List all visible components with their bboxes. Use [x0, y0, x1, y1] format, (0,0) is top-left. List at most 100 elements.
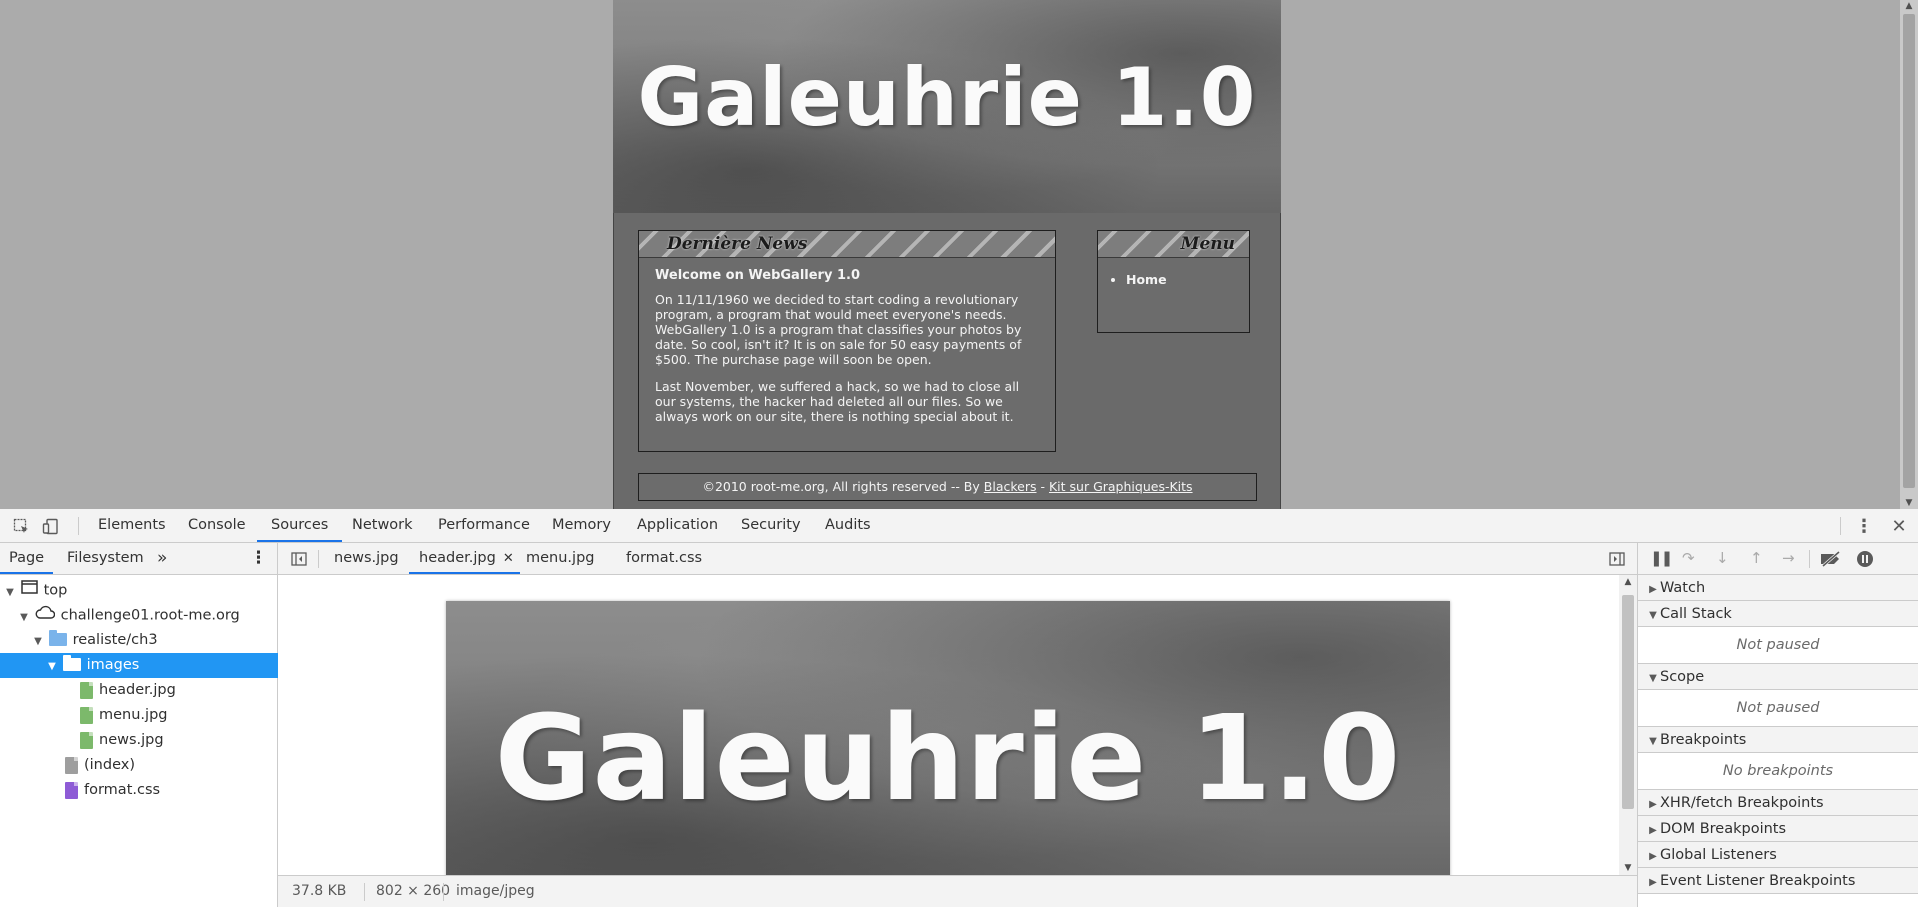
header-title: Galeuhrie 1.0	[637, 51, 1257, 144]
close-tab-icon[interactable]: ✕	[503, 543, 514, 574]
toolbar-divider	[1809, 550, 1810, 568]
tab-sources[interactable]: Sources	[257, 509, 343, 542]
tab-security[interactable]: Security	[741, 509, 801, 542]
tab-memory[interactable]: Memory	[552, 509, 611, 542]
editor-scrollbar-thumb[interactable]	[1622, 595, 1634, 809]
pane-dom-breakpoints[interactable]: ▶ DOM Breakpoints	[1638, 816, 1918, 842]
navigator-tabs: Page Filesystem » ⋮	[0, 543, 277, 575]
expand-arrow-icon[interactable]: ▼	[1646, 603, 1660, 629]
status-divider	[364, 883, 365, 901]
file-size: 37.8 KB	[292, 883, 347, 899]
pane-title: XHR/fetch Breakpoints	[1660, 795, 1824, 811]
editor-tab-menu[interactable]: menu.jpg	[518, 543, 602, 574]
navigator-menu-kebab-icon[interactable]: ⋮	[250, 543, 267, 574]
image-dimensions: 802 × 260	[376, 883, 451, 899]
toolbar-divider	[1840, 517, 1841, 535]
call-stack-status: Not paused	[1638, 627, 1918, 664]
step-over-icon[interactable]: ↷	[1682, 543, 1695, 574]
tab-console[interactable]: Console	[188, 509, 246, 542]
tree-item-folder-images[interactable]: ▼ images	[0, 653, 323, 678]
page-scrollbar[interactable]: ▲ ▼	[1900, 0, 1918, 509]
collapse-arrow-icon[interactable]: ▶	[1646, 792, 1660, 818]
scope-status: Not paused	[1638, 690, 1918, 727]
scroll-up-arrow-icon[interactable]: ▲	[1900, 1, 1918, 11]
news-paragraph: Last November, we suffered a hack, so we…	[655, 379, 1020, 424]
pane-event-listener-breakpoints[interactable]: ▶ Event Listener Breakpoints	[1638, 868, 1918, 894]
collapse-arrow-icon[interactable]: ▶	[1646, 818, 1660, 844]
editor-scrollbar[interactable]: ▲ ▼	[1619, 575, 1637, 875]
collapse-arrow-icon[interactable]: ▶	[1646, 577, 1660, 603]
tree-label: top	[43, 582, 68, 599]
more-options-kebab-icon[interactable]: ⋮	[1854, 509, 1874, 543]
mime-type: image/jpeg	[456, 883, 535, 899]
footer-link-graphiques-kits[interactable]: Kit sur Graphiques-Kits	[1049, 479, 1193, 494]
menu-heading: Menu	[1098, 231, 1249, 258]
pane-xhr-breakpoints[interactable]: ▶ XHR/fetch Breakpoints	[1638, 790, 1918, 816]
image-file-icon	[80, 681, 93, 699]
toggle-navigator-icon[interactable]	[290, 543, 308, 574]
scroll-down-arrow-icon[interactable]: ▼	[1900, 498, 1918, 508]
expand-arrow-icon[interactable]: ▼	[1646, 729, 1660, 755]
tree-item-folder-realiste[interactable]: ▼ realiste/ch3	[0, 628, 309, 653]
tree-label: images	[86, 657, 140, 673]
step-icon[interactable]: →	[1782, 543, 1795, 574]
step-into-icon[interactable]: ↓	[1716, 543, 1729, 574]
editor-tab-header[interactable]: header.jpg ✕	[409, 543, 520, 574]
tree-label: format.css	[84, 782, 161, 798]
tree-label: menu.jpg	[99, 707, 168, 723]
editor-tab-label: header.jpg	[419, 550, 496, 566]
pane-breakpoints[interactable]: ▼ Breakpoints	[1638, 727, 1918, 753]
image-status-bar: 37.8 KB 802 × 260 image/jpeg	[278, 875, 1637, 907]
devtools-panel: Elements Console Sources Network Perform…	[0, 509, 1918, 907]
tree-label: challenge01.root-me.org	[60, 607, 240, 624]
collapse-arrow-icon[interactable]: ▶	[1646, 870, 1660, 896]
pause-on-exceptions-icon[interactable]	[1856, 543, 1874, 574]
image-file-icon	[80, 731, 93, 749]
news-paragraph: On 11/11/1960 we decided to start coding…	[655, 292, 1022, 367]
tree-label: realiste/ch3	[72, 632, 158, 648]
stylesheet-file-icon	[65, 781, 78, 799]
footer-link-blackers[interactable]: Blackers	[984, 479, 1037, 494]
editor-tab-news[interactable]: news.jpg	[326, 543, 407, 574]
pane-title: Scope	[1660, 669, 1705, 685]
tree-item-top[interactable]: ▼ top	[0, 578, 281, 603]
tab-performance[interactable]: Performance	[438, 509, 530, 542]
expand-arrow-icon[interactable]: ▼	[18, 605, 30, 630]
close-devtools-icon[interactable]: ✕	[1888, 509, 1910, 543]
expand-arrow-icon[interactable]: ▼	[46, 654, 58, 679]
frame-icon	[20, 578, 38, 603]
pane-title: Breakpoints	[1660, 732, 1747, 748]
device-toolbar-icon[interactable]	[40, 509, 62, 543]
expand-arrow-icon[interactable]: ▼	[1646, 666, 1660, 692]
sources-editor: news.jpg header.jpg ✕ menu.jpg format.cs…	[278, 543, 1637, 907]
toggle-debugger-icon[interactable]	[1607, 543, 1627, 574]
more-tabs-chevron-icon[interactable]: »	[157, 543, 167, 574]
tab-network[interactable]: Network	[352, 509, 413, 542]
pause-script-icon[interactable]: ❚❚	[1650, 543, 1673, 574]
scroll-up-arrow-icon[interactable]: ▲	[1619, 577, 1637, 587]
tree-label: (index)	[84, 757, 135, 773]
collapse-arrow-icon[interactable]: ▶	[1646, 844, 1660, 870]
step-out-icon[interactable]: ↑	[1750, 543, 1763, 574]
tree-item-domain[interactable]: ▼ challenge01.root-me.org	[0, 603, 295, 628]
image-file-icon	[80, 706, 93, 724]
tab-page[interactable]: Page	[0, 543, 54, 574]
pane-call-stack[interactable]: ▼ Call Stack	[1638, 601, 1918, 627]
tab-filesystem[interactable]: Filesystem	[67, 543, 144, 574]
tab-application[interactable]: Application	[637, 509, 718, 542]
scroll-down-arrow-icon[interactable]: ▼	[1619, 863, 1637, 873]
menu-item-home[interactable]: Home	[1126, 272, 1249, 287]
inspect-element-icon[interactable]	[10, 509, 32, 543]
deactivate-breakpoints-icon[interactable]	[1820, 543, 1842, 574]
editor-tab-format-css[interactable]: format.css	[618, 543, 710, 574]
expand-arrow-icon[interactable]: ▼	[32, 629, 44, 654]
expand-arrow-icon[interactable]: ▼	[4, 580, 16, 605]
page-scrollbar-thumb[interactable]	[1903, 14, 1915, 488]
pane-watch[interactable]: ▶ Watch	[1638, 575, 1918, 601]
tab-audits[interactable]: Audits	[825, 509, 871, 542]
editor-tabs: news.jpg header.jpg ✕ menu.jpg format.cs…	[278, 543, 1637, 575]
page-viewport: Galeuhrie 1.0 Dernière News Welcome on W…	[0, 0, 1918, 509]
pane-global-listeners[interactable]: ▶ Global Listeners	[1638, 842, 1918, 868]
pane-scope[interactable]: ▼ Scope	[1638, 664, 1918, 690]
tab-elements[interactable]: Elements	[98, 509, 166, 542]
